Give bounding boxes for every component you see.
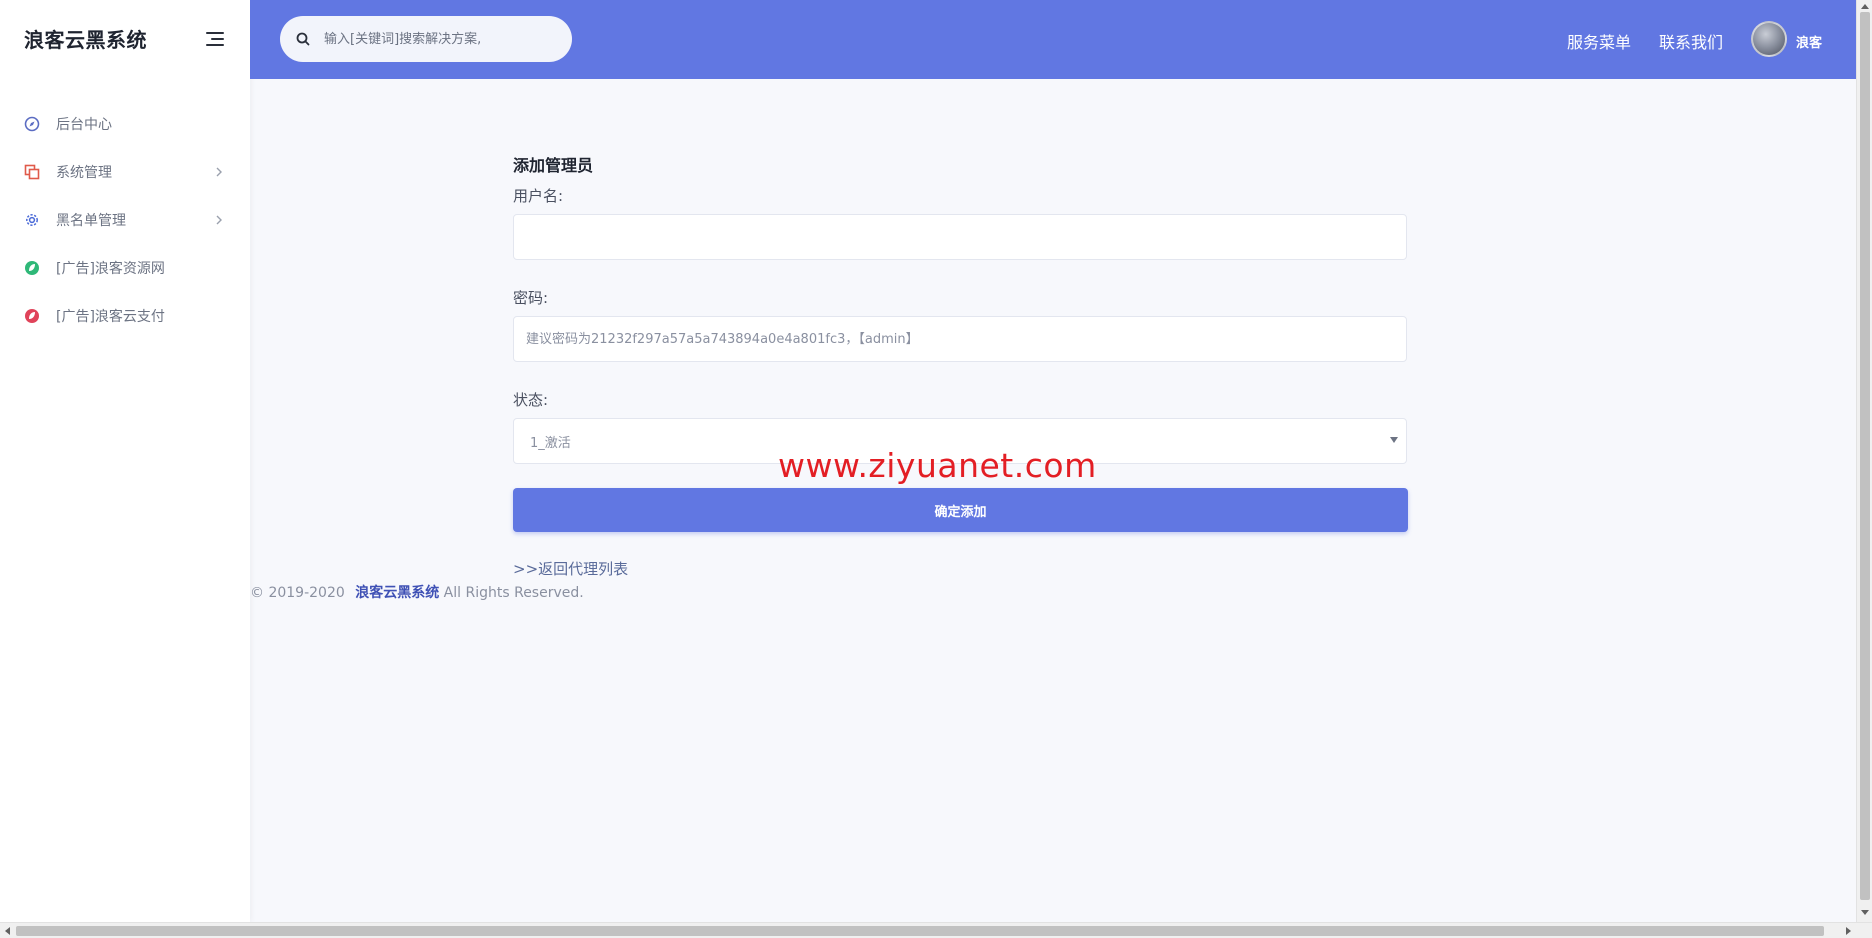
leaf-icon	[24, 260, 40, 276]
sidebar-item-label: [广告]浪客资源网	[56, 261, 165, 277]
brand-title: 浪客云黑系统	[24, 28, 147, 52]
footer: © 2019-2020 浪客云黑系统 All Rights Reserved.	[250, 582, 584, 602]
scroll-up-arrow-icon[interactable]	[1861, 4, 1869, 9]
avatar[interactable]	[1751, 21, 1787, 57]
vertical-scroll-thumb[interactable]	[1860, 12, 1870, 900]
back-to-agent-list-link[interactable]: >>返回代理列表	[513, 558, 628, 579]
username[interactable]: 浪客	[1796, 32, 1822, 51]
submit-button[interactable]: 确定添加	[513, 488, 1408, 532]
password-field[interactable]	[513, 316, 1407, 362]
footer-rights: All Rights Reserved.	[443, 585, 584, 601]
search-icon	[296, 32, 310, 46]
horizontal-scrollbar[interactable]	[0, 922, 1872, 938]
username-field[interactable]	[513, 214, 1407, 260]
sidebar-item-blacklist[interactable]: 黑名单管理	[0, 196, 250, 244]
sidebar-nav: 后台中心 系统管理 黑名单管理 [广告]浪客资源网 [广告]浪客云支付	[0, 100, 250, 340]
top-bar: 服务菜单 联系我们 浪客	[250, 0, 1856, 79]
menu-toggle-icon[interactable]	[206, 32, 224, 46]
username-label: 用户名:	[513, 187, 564, 205]
scroll-left-arrow-icon[interactable]	[5, 927, 10, 935]
chevron-right-icon	[212, 212, 226, 226]
sidebar-item-ad-resources[interactable]: [广告]浪客资源网	[0, 244, 250, 292]
sidebar-item-dashboard[interactable]: 后台中心	[0, 100, 250, 148]
vertical-scrollbar[interactable]	[1856, 0, 1872, 922]
scroll-right-arrow-icon[interactable]	[1846, 927, 1851, 935]
search-input[interactable]	[322, 30, 542, 48]
footer-brand-link[interactable]: 浪客云黑系统	[355, 585, 439, 601]
sidebar-item-system[interactable]: 系统管理	[0, 148, 250, 196]
horizontal-scroll-thumb[interactable]	[16, 926, 1824, 936]
status-label: 状态:	[513, 391, 549, 409]
status-select-value: 1_激活	[530, 435, 571, 451]
gear-icon	[24, 212, 40, 228]
sidebar: 浪客云黑系统 后台中心 系统管理 黑名单管理 [广告]浪客资源网 [广告]浪客云…	[0, 0, 250, 922]
password-label: 密码:	[513, 289, 549, 307]
leaf-icon	[24, 308, 40, 324]
sidebar-item-label: 黑名单管理	[56, 213, 126, 229]
chevron-right-icon	[212, 164, 226, 178]
page-title: 添加管理员	[513, 156, 594, 175]
caret-down-icon	[1390, 437, 1398, 443]
watermark: www.ziyuanet.com	[778, 446, 1097, 485]
copy-icon	[24, 164, 40, 180]
sidebar-item-ad-pay[interactable]: [广告]浪客云支付	[0, 292, 250, 340]
search-box[interactable]	[280, 16, 572, 62]
service-menu-link[interactable]: 服务菜单	[1567, 29, 1631, 53]
compass-icon	[24, 116, 40, 132]
sidebar-item-label: 系统管理	[56, 165, 112, 181]
contact-us-link[interactable]: 联系我们	[1659, 29, 1723, 53]
scroll-down-arrow-icon[interactable]	[1861, 910, 1869, 915]
sidebar-item-label: 后台中心	[56, 117, 112, 133]
page: 浪客云黑系统 后台中心 系统管理 黑名单管理 [广告]浪客资源网 [广告]浪客云…	[0, 0, 1872, 938]
sidebar-item-label: [广告]浪客云支付	[56, 309, 165, 325]
footer-copyright: © 2019-2020	[250, 585, 345, 601]
